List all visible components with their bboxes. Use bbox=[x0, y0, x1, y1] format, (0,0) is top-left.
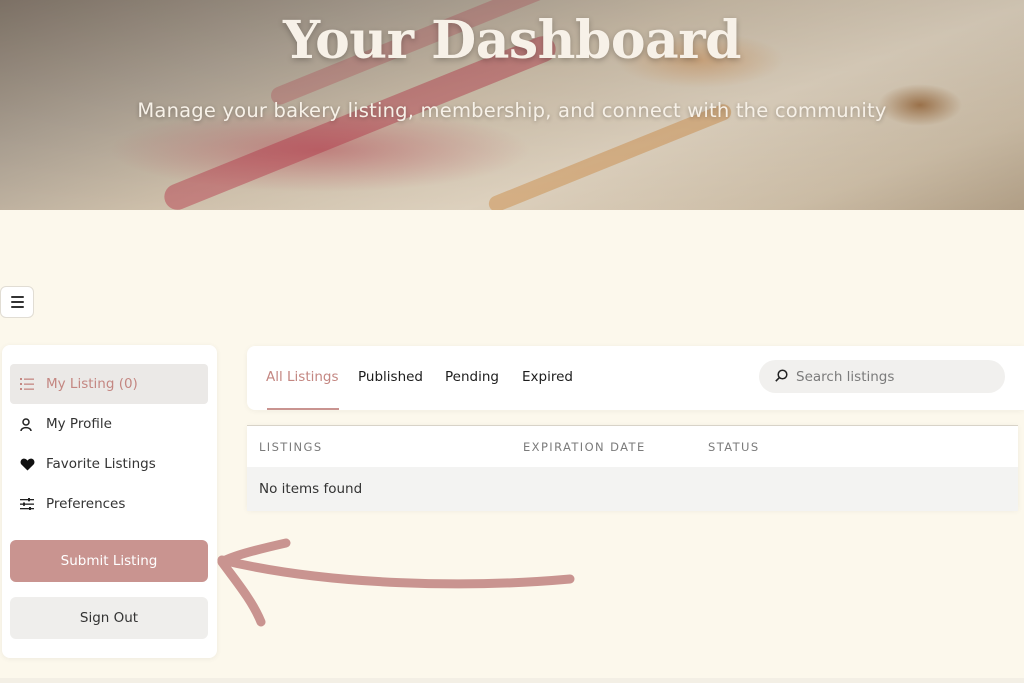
sign-out-button[interactable]: Sign Out bbox=[10, 597, 208, 639]
column-header-listings[interactable]: LISTINGS bbox=[259, 440, 323, 454]
page-subtitle: Manage your bakery listing, membership, … bbox=[137, 99, 887, 122]
sidebar-item-label: Favorite Listings bbox=[46, 456, 156, 472]
sidebar-item-label: My Listing (0) bbox=[46, 376, 138, 392]
tab-expired[interactable]: Expired bbox=[522, 369, 573, 385]
user-icon bbox=[20, 417, 46, 431]
listings-table: LISTINGS EXPIRATION DATE STATUS No items… bbox=[247, 425, 1018, 511]
tab-pending[interactable]: Pending bbox=[445, 369, 499, 385]
search-icon bbox=[775, 367, 788, 386]
sliders-icon bbox=[20, 498, 46, 510]
page-title: Your Dashboard bbox=[283, 10, 741, 71]
search-box[interactable] bbox=[759, 360, 1005, 393]
column-header-expiration-date[interactable]: EXPIRATION DATE bbox=[523, 440, 646, 454]
hamburger-icon bbox=[10, 296, 24, 298]
tab-all-listings[interactable]: All Listings bbox=[266, 369, 339, 385]
search-input[interactable] bbox=[796, 368, 996, 385]
sidebar-item-preferences[interactable]: Preferences bbox=[10, 484, 208, 524]
sidebar-item-label: Preferences bbox=[46, 496, 126, 512]
hero-banner: Your Dashboard Manage your bakery listin… bbox=[0, 0, 1024, 210]
submit-listing-button[interactable]: Submit Listing bbox=[10, 540, 208, 582]
sidebar-item-favorite-listings[interactable]: Favorite Listings bbox=[10, 444, 208, 484]
active-tab-indicator bbox=[267, 408, 339, 410]
column-header-status[interactable]: STATUS bbox=[708, 440, 760, 454]
dashboard-sidebar: My Listing (0) My Profile Favorite Listi… bbox=[2, 345, 217, 658]
listing-tabs-bar: All Listings Published Pending Expired bbox=[247, 346, 1024, 410]
menu-toggle-button[interactable] bbox=[0, 286, 34, 318]
list-icon bbox=[20, 378, 46, 390]
empty-state-row: No items found bbox=[247, 467, 1018, 511]
tab-published[interactable]: Published bbox=[358, 369, 423, 385]
heart-icon bbox=[20, 458, 46, 471]
sidebar-item-my-listing[interactable]: My Listing (0) bbox=[10, 364, 208, 404]
sidebar-item-my-profile[interactable]: My Profile bbox=[10, 404, 208, 444]
sidebar-item-label: My Profile bbox=[46, 416, 112, 432]
